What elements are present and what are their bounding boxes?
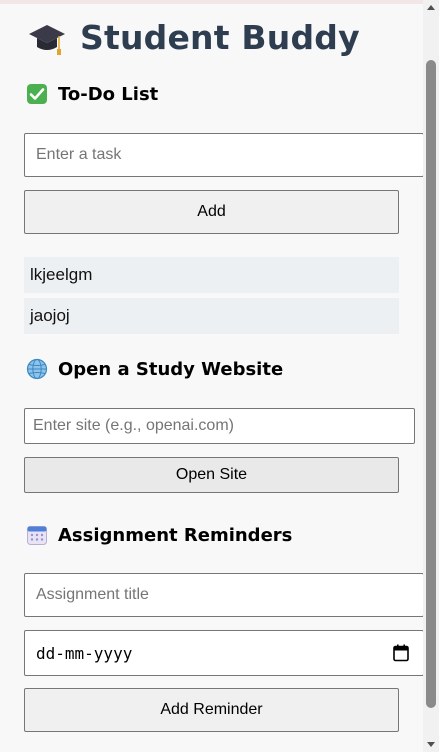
todo-item-text: lkjeelgm bbox=[30, 265, 93, 284]
app-title: Student Buddy bbox=[80, 17, 360, 57]
assignment-title-input[interactable]: Assignment title bbox=[24, 573, 423, 617]
reminders-heading: Assignment Reminders bbox=[58, 524, 293, 546]
due-date-placeholder: dd-mm-yyyy bbox=[36, 643, 133, 663]
calendar-icon bbox=[27, 526, 47, 545]
add-reminder-label: Add Reminder bbox=[160, 701, 263, 718]
website-section-header: Open a Study Website bbox=[26, 355, 283, 383]
todo-item[interactable]: lkjeelgm bbox=[24, 257, 399, 293]
due-date-input[interactable]: dd-mm-yyyy bbox=[24, 630, 423, 676]
todo-heading: To-Do List bbox=[58, 83, 159, 105]
vertical-scrollbar[interactable] bbox=[423, 0, 439, 752]
site-input[interactable]: Enter site (e.g., openai.com) bbox=[24, 408, 415, 444]
open-site-label: Open Site bbox=[175, 466, 248, 483]
scrollbar-thumb[interactable] bbox=[426, 60, 436, 708]
globe-icon bbox=[26, 358, 48, 380]
add-task-label: Add bbox=[197, 203, 226, 220]
reminders-section-header: Assignment Reminders bbox=[26, 521, 292, 549]
graduation-cap-icon bbox=[29, 25, 65, 55]
scroll-down-arrow-icon[interactable] bbox=[427, 742, 435, 747]
add-task-button[interactable]: Add bbox=[24, 190, 399, 234]
check-mark-button-icon bbox=[27, 84, 47, 104]
todo-section-header: To-Do List bbox=[26, 80, 158, 108]
todo-item[interactable]: jaojoj bbox=[24, 298, 399, 334]
assignment-title-placeholder: Assignment title bbox=[36, 586, 149, 603]
site-input-placeholder: Enter site (e.g., openai.com) bbox=[33, 417, 234, 434]
calendar-picker-icon[interactable] bbox=[393, 644, 409, 662]
task-input-placeholder: Enter a task bbox=[36, 146, 122, 163]
scroll-up-arrow-icon[interactable] bbox=[427, 5, 435, 10]
header: Student Buddy bbox=[28, 14, 360, 60]
website-heading: Open a Study Website bbox=[58, 358, 284, 380]
task-input[interactable]: Enter a task bbox=[24, 133, 423, 177]
popup-content: Student Buddy To-Do List Enter a task Ad… bbox=[0, 0, 423, 752]
add-reminder-button[interactable]: Add Reminder bbox=[24, 688, 399, 732]
todo-item-text: jaojoj bbox=[30, 306, 70, 325]
open-site-button[interactable]: Open Site bbox=[24, 457, 399, 493]
